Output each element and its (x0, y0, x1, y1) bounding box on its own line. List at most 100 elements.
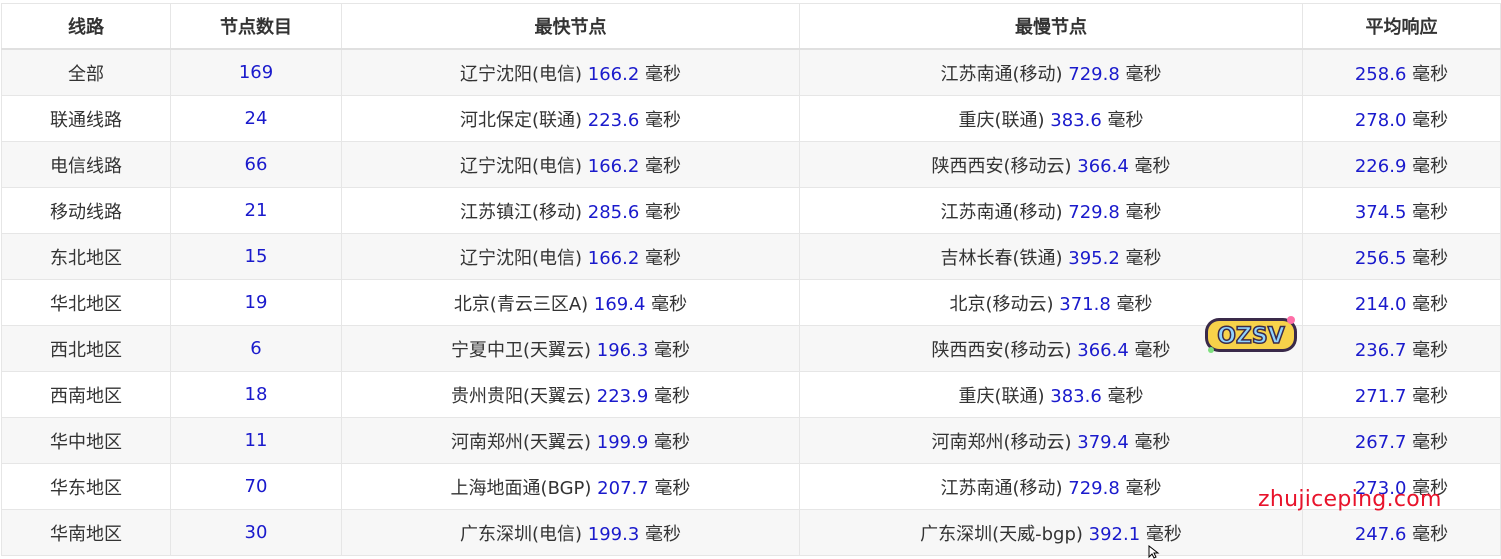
latency-unit: 毫秒 (1412, 201, 1449, 223)
cell-node-count: 66 (170, 141, 342, 188)
average-latency: 214.0 (1354, 293, 1407, 315)
cell-slowest-node: 江苏南通(移动) 729.8 毫秒 (799, 48, 1303, 96)
slowest-node-name: 广东深圳(天威-bgp) (920, 523, 1083, 545)
cell-node-count: 30 (170, 509, 342, 556)
latency-unit: 毫秒 (1412, 293, 1449, 315)
fastest-node-latency: 285.6 (587, 201, 640, 223)
table-row: 东北地区 15 辽宁沈阳(电信) 166.2 毫秒 吉林长春(铁通) 395.2 毫秒… (1, 233, 1501, 280)
fastest-node-latency: 166.2 (587, 155, 640, 177)
cell-node-count: 24 (170, 95, 342, 142)
slowest-node-name: 吉林长春(铁通) (940, 247, 1063, 269)
slowest-node-latency: 729.8 (1068, 63, 1120, 85)
cell-average-response: 226.9 毫秒 (1302, 141, 1501, 188)
cell-line: 华中地区 (1, 417, 171, 464)
average-latency: 374.5 (1354, 201, 1407, 223)
cell-slowest-node: 重庆(联通) 383.6 毫秒 (799, 95, 1303, 142)
cell-node-count: 6 (170, 325, 342, 372)
cell-average-response: 278.0 毫秒 (1302, 95, 1501, 142)
latency-unit: 毫秒 (645, 247, 682, 269)
fastest-node-latency: 223.6 (587, 109, 640, 131)
latency-unit: 毫秒 (1125, 63, 1162, 85)
fastest-node-latency: 207.7 (597, 477, 649, 499)
fastest-node-name: 宁夏中卫(天翼云) (450, 339, 592, 361)
cell-average-response: 271.7 毫秒 (1302, 371, 1501, 418)
node-stats-table: 线路 节点数目 最快节点 最慢节点 平均响应 全部 169 辽宁沈阳(电信) 166… (1, 3, 1501, 556)
cell-line: 东北地区 (1, 233, 171, 280)
cell-fastest-node: 广东深圳(电信) 199.3 毫秒 (341, 509, 800, 556)
table-row: 联通线路 24 河北保定(联通) 223.6 毫秒 重庆(联通) 383.6 毫秒 27… (1, 95, 1501, 142)
average-latency: 256.5 (1354, 247, 1407, 269)
fastest-node-latency: 196.3 (596, 339, 649, 361)
latency-unit: 毫秒 (1412, 247, 1449, 269)
cell-fastest-node: 宁夏中卫(天翼云) 196.3 毫秒 (341, 325, 800, 372)
latency-unit: 毫秒 (654, 431, 691, 453)
header-average-response: 平均响应 (1302, 3, 1501, 50)
header-fastest-node: 最快节点 (341, 3, 800, 50)
cell-average-response: 247.6 毫秒 (1302, 509, 1501, 556)
slowest-node-latency: 392.1 (1088, 523, 1141, 545)
slowest-node-latency: 371.8 (1059, 293, 1111, 315)
cell-node-count: 15 (170, 233, 342, 280)
slowest-node-name: 河南郑州(移动云) (931, 431, 1072, 453)
latency-unit: 毫秒 (1134, 155, 1171, 177)
latency-unit: 毫秒 (1125, 477, 1162, 499)
cell-slowest-node: 陕西西安(移动云) 366.4 毫秒 (799, 141, 1303, 188)
slowest-node-latency: 395.2 (1068, 247, 1120, 269)
latency-unit: 毫秒 (645, 523, 682, 545)
slowest-node-latency: 379.4 (1077, 431, 1129, 453)
average-latency: 236.7 (1354, 339, 1407, 361)
latency-unit: 毫秒 (645, 63, 682, 85)
latency-unit: 毫秒 (1116, 293, 1153, 315)
fastest-node-name: 辽宁沈阳(电信) (459, 247, 583, 269)
table-header-row: 线路 节点数目 最快节点 最慢节点 平均响应 (1, 3, 1501, 50)
latency-unit: 毫秒 (645, 109, 682, 131)
cell-line: 电信线路 (1, 141, 171, 188)
latency-unit: 毫秒 (654, 385, 691, 407)
latency-unit: 毫秒 (1107, 385, 1144, 407)
fastest-node-name: 辽宁沈阳(电信) (459, 63, 583, 85)
cell-slowest-node: 广东深圳(天威-bgp) 392.1 毫秒 (799, 509, 1303, 556)
latency-unit: 毫秒 (651, 293, 688, 315)
cell-node-count: 11 (170, 417, 342, 464)
average-latency: 267.7 (1354, 431, 1407, 453)
cell-node-count: 169 (170, 48, 342, 96)
fastest-node-name: 河南郑州(天翼云) (450, 431, 592, 453)
cell-node-count: 70 (170, 463, 342, 510)
cell-node-count: 18 (170, 371, 342, 418)
latency-unit: 毫秒 (645, 201, 682, 223)
table-row: 西南地区 18 贵州贵阳(天翼云) 223.9 毫秒 重庆(联通) 383.6 毫秒 2… (1, 371, 1501, 418)
cell-fastest-node: 上海地面通(BGP) 207.7 毫秒 (341, 463, 800, 510)
slowest-node-latency: 729.8 (1068, 201, 1120, 223)
fastest-node-name: 上海地面通(BGP) (450, 477, 592, 499)
latency-unit: 毫秒 (1412, 523, 1449, 545)
cell-slowest-node: 河南郑州(移动云) 379.4 毫秒 (799, 417, 1303, 464)
cell-slowest-node: 江苏南通(移动) 729.8 毫秒 (799, 187, 1303, 234)
cell-line: 全部 (1, 48, 171, 96)
fastest-node-name: 河北保定(联通) (459, 109, 583, 131)
fastest-node-latency: 166.2 (587, 247, 640, 269)
latency-unit: 毫秒 (645, 155, 682, 177)
table-row: 移动线路 21 江苏镇江(移动) 285.6 毫秒 江苏南通(移动) 729.8 毫秒… (1, 187, 1501, 234)
latency-unit: 毫秒 (1412, 155, 1449, 177)
cell-fastest-node: 辽宁沈阳(电信) 166.2 毫秒 (341, 141, 800, 188)
fastest-node-latency: 199.3 (587, 523, 640, 545)
site-watermark: zhujiceping.com (1258, 487, 1442, 512)
latency-unit: 毫秒 (1412, 63, 1449, 85)
fastest-node-name: 辽宁沈阳(电信) (459, 155, 583, 177)
cell-slowest-node: 江苏南通(移动) 729.8 毫秒 (799, 463, 1303, 510)
cell-slowest-node: 重庆(联通) 383.6 毫秒 (799, 371, 1303, 418)
cell-average-response: 214.0 毫秒 (1302, 279, 1501, 326)
latency-unit: 毫秒 (1125, 201, 1162, 223)
header-node-count: 节点数目 (170, 3, 342, 50)
cell-fastest-node: 辽宁沈阳(电信) 166.2 毫秒 (341, 233, 800, 280)
cell-average-response: 236.7 毫秒 (1302, 325, 1501, 372)
cell-line: 华北地区 (1, 279, 171, 326)
cell-node-count: 19 (170, 279, 342, 326)
cell-line: 移动线路 (1, 187, 171, 234)
fastest-node-latency: 169.4 (593, 293, 646, 315)
cell-average-response: 267.7 毫秒 (1302, 417, 1501, 464)
mouse-cursor-icon (1148, 545, 1160, 559)
cell-line: 西南地区 (1, 371, 171, 418)
slowest-node-name: 江苏南通(移动) (940, 477, 1063, 499)
latency-unit: 毫秒 (1145, 523, 1182, 545)
